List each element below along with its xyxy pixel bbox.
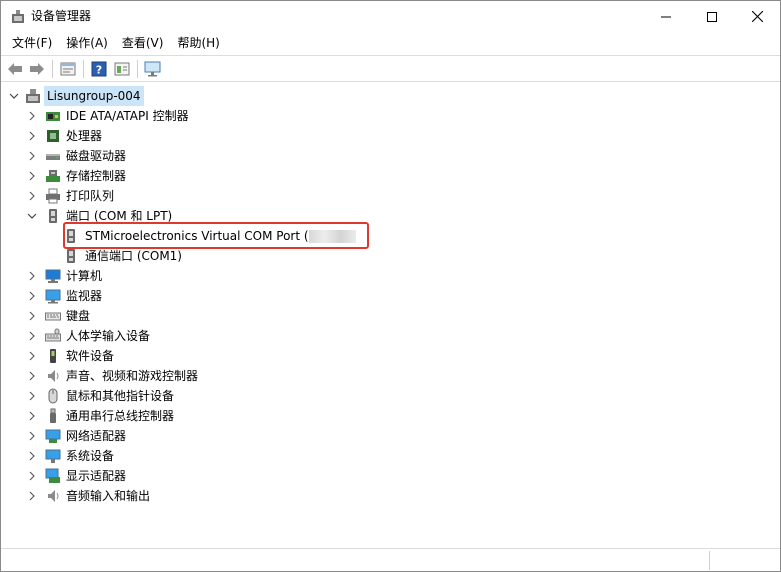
help-icon[interactable]: ?	[90, 60, 108, 78]
port-icon	[45, 208, 61, 224]
chevron-right-icon[interactable]	[27, 151, 37, 161]
category-label[interactable]: 键盘	[66, 306, 90, 326]
hid-icon	[45, 328, 61, 344]
category-label[interactable]: 系统设备	[66, 446, 114, 466]
disk-drive-icon	[45, 148, 61, 164]
chevron-right-icon[interactable]	[27, 271, 37, 281]
device-tree: Lisungroup-004 IDE ATA/ATAPI 控制器 处理器 磁盘驱…	[1, 83, 780, 548]
properties-icon[interactable]	[59, 60, 77, 78]
speaker-icon	[45, 368, 61, 384]
category-label[interactable]: 处理器	[66, 126, 102, 146]
category-label[interactable]: 声音、视频和游戏控制器	[66, 366, 198, 386]
category-label[interactable]: 人体学输入设备	[66, 326, 150, 346]
category-label[interactable]: 显示适配器	[66, 466, 126, 486]
device-manager-app-icon	[11, 9, 25, 24]
chevron-right-icon[interactable]	[27, 451, 37, 461]
category-label[interactable]: 通用串行总线控制器	[66, 406, 174, 426]
chevron-right-icon[interactable]	[27, 131, 37, 141]
keyboard-icon	[45, 308, 61, 324]
category-label[interactable]: 打印队列	[66, 186, 114, 206]
category-label[interactable]: 软件设备	[66, 346, 114, 366]
chevron-right-icon[interactable]	[27, 431, 37, 441]
minimize-button[interactable]	[643, 1, 689, 32]
chevron-right-icon[interactable]	[27, 291, 37, 301]
close-button[interactable]	[734, 1, 780, 32]
computer-icon	[45, 268, 61, 284]
chevron-right-icon[interactable]	[27, 311, 37, 321]
chevron-right-icon[interactable]	[27, 191, 37, 201]
mouse-icon	[45, 388, 61, 404]
category-label[interactable]: 网络适配器	[66, 426, 126, 446]
category-label[interactable]: 磁盘驱动器	[66, 146, 126, 166]
menu-file[interactable]: 文件(F)	[5, 33, 59, 53]
system-device-icon	[45, 448, 61, 464]
toolbar-separator	[137, 60, 138, 78]
status-bar	[1, 548, 780, 571]
category-label[interactable]: 监视器	[66, 286, 102, 306]
audio-io-icon	[45, 488, 61, 504]
toolbar-separator	[83, 60, 84, 78]
printer-icon	[45, 188, 61, 204]
chevron-right-icon[interactable]	[27, 171, 37, 181]
storage-controller-icon	[45, 168, 61, 184]
chevron-down-icon[interactable]	[9, 91, 19, 101]
serial-port-icon	[63, 248, 79, 264]
tree-root-label[interactable]: Lisungroup-004	[44, 86, 144, 106]
back-arrow-icon[interactable]	[6, 60, 24, 78]
redacted-port-number	[309, 230, 356, 243]
status-divider	[709, 551, 710, 570]
chevron-right-icon[interactable]	[27, 391, 37, 401]
category-label[interactable]: 计算机	[66, 266, 102, 286]
menu-action[interactable]: 操作(A)	[59, 33, 115, 53]
menu-help[interactable]: 帮助(H)	[170, 33, 226, 53]
menu-view[interactable]: 查看(V)	[115, 33, 171, 53]
chevron-right-icon[interactable]	[27, 471, 37, 481]
processor-icon	[45, 128, 61, 144]
monitor-scan-icon[interactable]	[144, 60, 162, 78]
category-label[interactable]: 音频输入和输出	[66, 486, 150, 506]
category-label[interactable]: IDE ATA/ATAPI 控制器	[66, 106, 189, 126]
software-device-icon	[45, 348, 61, 364]
toolbar-separator	[52, 60, 53, 78]
chevron-right-icon[interactable]	[27, 331, 37, 341]
device-manager-window: 设备管理器 文件(F) 操作(A) 查看(V) 帮助(H) ? Lisungro…	[0, 0, 781, 572]
chevron-right-icon[interactable]	[27, 351, 37, 361]
window-title: 设备管理器	[31, 9, 92, 23]
view-icon[interactable]	[113, 60, 131, 78]
display-adapter-icon	[45, 468, 61, 484]
network-adapter-icon	[45, 428, 61, 444]
chevron-right-icon[interactable]	[27, 371, 37, 381]
category-label[interactable]: 存储控制器	[66, 166, 126, 186]
chevron-down-icon[interactable]	[27, 211, 37, 221]
monitor-icon	[45, 288, 61, 304]
chevron-right-icon[interactable]	[27, 491, 37, 501]
title-bar[interactable]: 设备管理器	[1, 1, 780, 32]
menu-bar: 文件(F) 操作(A) 查看(V) 帮助(H)	[1, 32, 780, 54]
forward-arrow-icon[interactable]	[28, 60, 46, 78]
svg-text:?: ?	[96, 64, 102, 77]
computer-host-icon	[25, 88, 41, 104]
usb-icon	[45, 408, 61, 424]
maximize-button[interactable]	[689, 1, 735, 32]
ide-controller-icon	[45, 108, 61, 124]
chevron-right-icon[interactable]	[27, 111, 37, 121]
device-com1-port[interactable]: 通信端口 (COM1)	[85, 246, 182, 266]
category-label[interactable]: 鼠标和其他指针设备	[66, 386, 174, 406]
toolbar: ?	[1, 55, 780, 82]
chevron-right-icon[interactable]	[27, 411, 37, 421]
